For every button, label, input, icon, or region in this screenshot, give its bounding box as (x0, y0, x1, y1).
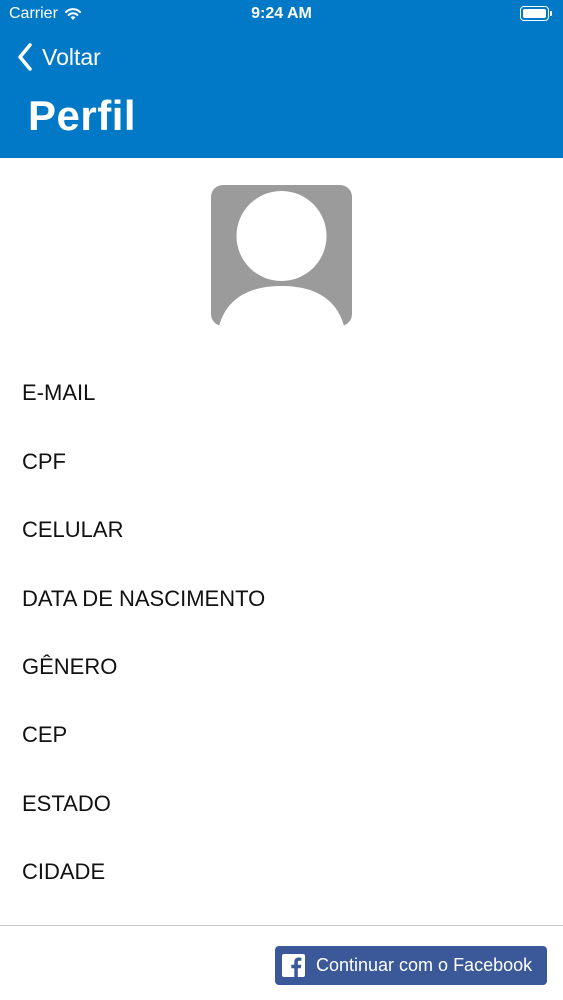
page-title: Perfil (28, 92, 137, 139)
field-cep[interactable]: CEP (22, 722, 67, 748)
field-cidade[interactable]: CIDADE (22, 859, 105, 885)
facebook-icon (282, 954, 305, 977)
status-bar: Carrier 9:24 AM (0, 0, 563, 30)
field-cpf[interactable]: CPF (22, 449, 66, 475)
field-email[interactable]: E-MAIL (22, 380, 95, 406)
avatar[interactable] (211, 185, 352, 326)
field-genero[interactable]: GÊNERO (22, 654, 117, 680)
navigation-header: Carrier 9:24 AM Voltar Perfil (0, 0, 563, 158)
person-placeholder-icon (219, 191, 344, 326)
field-data-de-nascimento[interactable]: DATA DE NASCIMENTO (22, 586, 265, 612)
facebook-button-label: Continuar com o Facebook (316, 955, 533, 975)
back-label: Voltar (42, 43, 101, 70)
footer-divider (0, 925, 563, 926)
status-time: 9:24 AM (251, 5, 312, 22)
chevron-left-icon (18, 43, 32, 71)
field-celular[interactable]: CELULAR (22, 517, 123, 543)
battery-icon (520, 6, 552, 21)
field-estado[interactable]: ESTADO (22, 791, 111, 817)
facebook-login-button[interactable]: Continuar com o Facebook (275, 946, 547, 985)
back-button[interactable]: Voltar (16, 40, 101, 74)
